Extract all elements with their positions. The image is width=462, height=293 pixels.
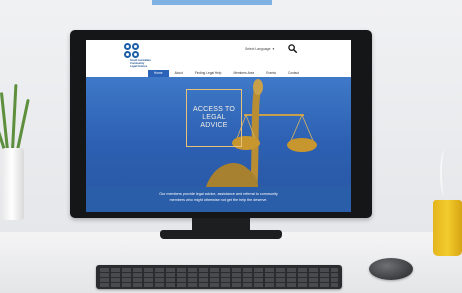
monitor-screen: South Australian Community Legal Centres… bbox=[86, 40, 351, 212]
key-row bbox=[100, 268, 338, 272]
hero-title-line: ADVICE bbox=[200, 122, 228, 129]
hero-description: Our members provide legal advice, assist… bbox=[86, 191, 351, 203]
steam bbox=[440, 150, 450, 196]
plant-pot bbox=[2, 148, 24, 220]
nav-item-contact[interactable]: Contact bbox=[282, 70, 305, 77]
main-nav: Home About Finding Legal Help Members Ar… bbox=[148, 70, 305, 77]
nav-item-finding-legal-help[interactable]: Finding Legal Help bbox=[189, 70, 228, 77]
logo-text[interactable]: South Australian Community Legal Centres bbox=[130, 59, 170, 68]
nav-item-events[interactable]: Events bbox=[260, 70, 282, 77]
hero-description-line: members who might otherwise not get the … bbox=[169, 198, 268, 202]
nav-item-home[interactable]: Home bbox=[148, 70, 169, 77]
hero-description-bar: Our members provide legal advice, assist… bbox=[86, 187, 351, 212]
chevron-down-icon: ▾ bbox=[272, 47, 275, 51]
mouse bbox=[369, 258, 413, 280]
key-row bbox=[100, 273, 338, 277]
logo-icon[interactable] bbox=[122, 43, 144, 59]
logo-line: Legal Centres bbox=[130, 65, 148, 68]
nav-item-about[interactable]: About bbox=[169, 70, 189, 77]
monitor-stand bbox=[160, 230, 282, 239]
hero-banner: ACCESS TO LEGAL ADVICE bbox=[86, 77, 351, 187]
hero-title-line: ACCESS TO bbox=[193, 106, 235, 113]
language-select-label: Select Language bbox=[245, 47, 271, 51]
hero-title-line: LEGAL bbox=[202, 114, 226, 121]
site-header: South Australian Community Legal Centres… bbox=[86, 40, 351, 70]
search-icon[interactable] bbox=[288, 44, 297, 53]
nav-item-members-area[interactable]: Members Area bbox=[227, 70, 260, 77]
keyboard bbox=[96, 265, 342, 289]
plant-leaf bbox=[11, 84, 18, 151]
hero-title: ACCESS TO LEGAL ADVICE bbox=[189, 106, 239, 130]
key-row bbox=[100, 283, 338, 287]
language-select[interactable]: Select Language ▾ bbox=[245, 47, 274, 51]
coffee-mug bbox=[433, 200, 462, 256]
top-accent-bar bbox=[152, 0, 272, 5]
plant-leaf bbox=[16, 98, 30, 151]
key-row bbox=[100, 278, 338, 282]
